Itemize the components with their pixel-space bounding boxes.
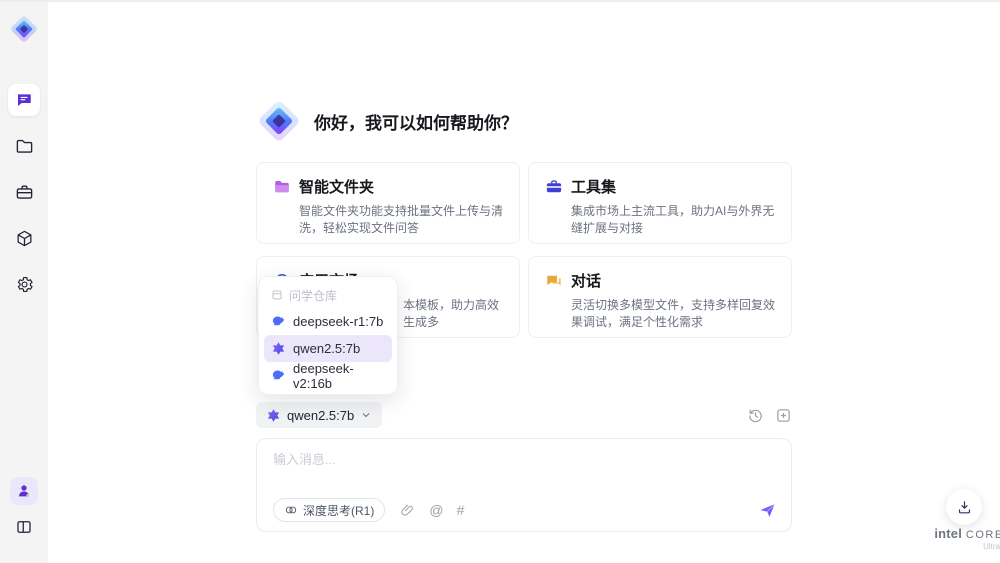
card-desc: 灵活切换多模型文件，支持多样回复效果调试，满足个性化需求 <box>571 298 776 330</box>
intel-brand: intel <box>934 526 963 541</box>
deepseek-icon <box>271 314 286 329</box>
deepseek-icon <box>271 368 286 383</box>
message-input[interactable] <box>273 449 775 489</box>
smart-folder-icon <box>273 178 291 196</box>
app-window: 你好，我可以如何帮助你？ 智能文件夹 智能文件夹功能支持批量文件上传与清洗，轻松… <box>0 0 1000 563</box>
deep-think-icon <box>284 503 298 517</box>
briefcase-icon <box>15 183 34 202</box>
repo-icon <box>271 289 283 301</box>
deep-think-button[interactable]: 深度思考(R1) <box>273 498 386 522</box>
app-logo-icon <box>7 12 41 46</box>
intel-sub: Ultra <box>983 542 1000 551</box>
card-desc: 集成市场上主流工具，助力AI与外界无缝扩展与对接 <box>571 204 775 236</box>
sidebar-item-profile[interactable] <box>10 477 38 505</box>
model-option-deepseek-v2[interactable]: deepseek-v2:16b <box>264 361 392 391</box>
assistant-logo-icon <box>256 98 302 144</box>
sidebar-item-models[interactable] <box>8 222 40 254</box>
sidebar-item-chat[interactable] <box>8 84 40 116</box>
download-icon <box>956 499 973 516</box>
composer: 深度思考(R1) @ # <box>256 438 792 532</box>
toolset-icon <box>545 178 563 196</box>
gear-icon <box>15 275 34 294</box>
send-icon[interactable] <box>758 501 777 520</box>
chat-bubble-icon <box>15 91 33 109</box>
qwen-model-icon <box>266 408 281 423</box>
attachment-icon[interactable] <box>398 501 416 519</box>
card-title: 对话 <box>571 273 602 290</box>
sidebar-nav <box>8 84 40 314</box>
folder-icon <box>15 137 34 156</box>
prompt-template-icon[interactable]: # <box>457 503 465 517</box>
panel-icon <box>15 518 33 536</box>
greeting-title: 你好，我可以如何帮助你？ <box>314 113 518 133</box>
new-chat-icon[interactable] <box>774 406 792 424</box>
card-title: 智能文件夹 <box>299 179 375 196</box>
model-option-deepseek-r1[interactable]: deepseek-r1:7b <box>264 308 392 335</box>
card-desc: 智能文件夹功能支持批量文件上传与清洗，轻松实现文件问答 <box>299 204 504 236</box>
intel-core-badge: intel core Ultra <box>924 526 1000 551</box>
history-icon[interactable] <box>746 406 764 424</box>
sidebar-bottom <box>10 477 38 549</box>
sidebar-item-folders[interactable] <box>8 130 40 162</box>
dialogue-icon <box>545 272 563 290</box>
user-icon <box>16 483 32 499</box>
cube-icon <box>15 229 34 248</box>
model-selector-button[interactable]: qwen2.5:7b <box>256 402 383 428</box>
mention-icon[interactable]: @ <box>429 503 443 517</box>
main-area: 你好，我可以如何帮助你？ 智能文件夹 智能文件夹功能支持批量文件上传与清洗，轻松… <box>48 2 1000 563</box>
greeting: 你好，我可以如何帮助你？ <box>256 98 792 144</box>
download-button[interactable] <box>946 489 982 525</box>
card-title: 工具集 <box>571 179 617 196</box>
intel-product: core <box>965 529 1000 541</box>
model-dropdown: 问学仓库 deepseek-r1:7b qwen2.5:7b deepseek-… <box>258 276 398 395</box>
model-option-qwen[interactable]: qwen2.5:7b <box>264 335 392 362</box>
model-selector-row: qwen2.5:7b <box>256 402 792 428</box>
sidebar <box>0 2 48 563</box>
sidebar-item-panel-toggle[interactable] <box>10 513 38 541</box>
sidebar-item-settings[interactable] <box>8 268 40 300</box>
qwen-icon <box>271 341 286 356</box>
card-smart-folder[interactable]: 智能文件夹 智能文件夹功能支持批量文件上传与清洗，轻松实现文件问答 <box>256 162 520 244</box>
model-selector-value: qwen2.5:7b <box>287 407 355 423</box>
model-repo-label: 问学仓库 <box>264 282 392 308</box>
composer-toolbar: 深度思考(R1) @ # <box>273 498 777 522</box>
chevron-down-icon <box>360 409 372 421</box>
sidebar-item-toolbox[interactable] <box>8 176 40 208</box>
card-dialogue[interactable]: 对话 灵活切换多模型文件，支持多样回复效果调试，满足个性化需求 <box>528 256 792 338</box>
deep-think-label: 深度思考(R1) <box>303 503 375 518</box>
card-toolset[interactable]: 工具集 集成市场上主流工具，助力AI与外界无缝扩展与对接 <box>528 162 792 244</box>
